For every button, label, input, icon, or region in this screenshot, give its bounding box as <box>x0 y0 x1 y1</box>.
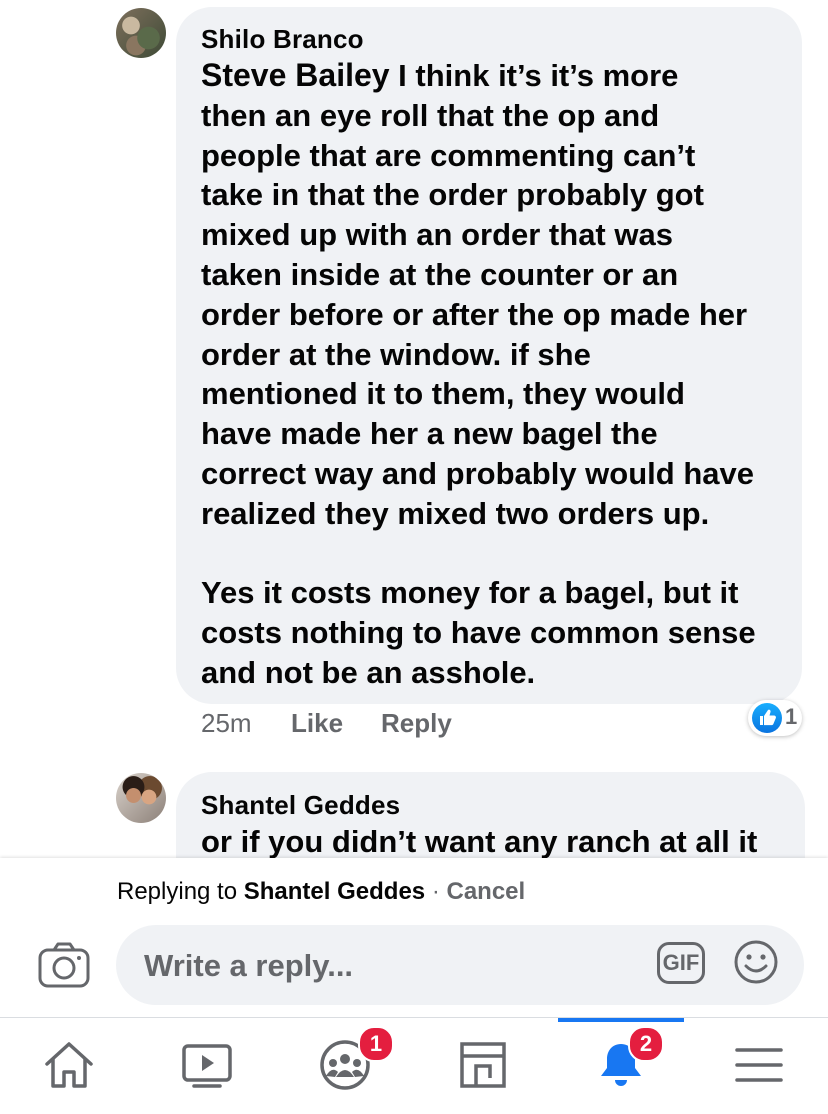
tab-home[interactable] <box>0 1018 138 1114</box>
tab-groups[interactable]: 1 <box>276 1018 414 1114</box>
notifications-badge: 2 <box>628 1026 664 1062</box>
reply-button[interactable]: Reply <box>381 708 452 739</box>
comment-line: realized they mixed two orders up. <box>201 495 710 531</box>
comment-line: taken inside at the counter or an <box>201 256 679 292</box>
comment-line: order before or after the op made her <box>201 296 748 332</box>
comment-line: I think it’s it’s more <box>389 58 679 93</box>
comment-text: or if you didn’t want any ranch at all i… <box>201 824 758 859</box>
replying-name: Shantel Geddes <box>243 878 426 905</box>
comment-line: order at the window. if she <box>201 336 591 372</box>
comment-line: have made her a new bagel the <box>201 416 658 452</box>
marketplace-icon <box>460 1042 506 1088</box>
menu-icon <box>735 1048 783 1082</box>
comment-line: Yes it costs money for a bagel, but it <box>201 575 739 611</box>
comment-text: Steve Bailey I think it’s it’s more then… <box>201 56 756 693</box>
comment-line: correct way and probably would have <box>201 455 754 491</box>
comment-timestamp: 25m <box>201 708 252 738</box>
like-reaction-icon <box>752 703 782 733</box>
tab-watch[interactable] <box>138 1018 276 1114</box>
comment-author[interactable]: Shilo Branco <box>201 24 364 55</box>
comment-line: and not be an asshole. <box>201 654 536 690</box>
camera-icon[interactable] <box>38 942 90 988</box>
tab-marketplace[interactable] <box>414 1018 552 1114</box>
gif-button[interactable]: GIF <box>657 942 705 984</box>
emoji-icon[interactable] <box>732 938 780 986</box>
comment-line: people that are commenting can’t <box>201 137 696 173</box>
reply-input[interactable] <box>142 945 626 987</box>
tab-menu[interactable] <box>690 1018 828 1114</box>
reply-composer: Replying to Shantel Geddes · Cancel GIF <box>0 858 828 1018</box>
home-icon <box>45 1042 93 1088</box>
mention-tag[interactable]: Steve Bailey <box>201 57 390 93</box>
comment-line: mixed up with an order that was <box>201 217 673 253</box>
comment-line: take in that the order probably got <box>201 177 704 213</box>
reaction-summary[interactable]: 1 <box>748 700 802 736</box>
avatar-shantel-geddes[interactable] <box>116 773 166 823</box>
like-button[interactable]: Like <box>291 708 343 739</box>
avatar-shilo-branco[interactable] <box>116 8 166 58</box>
bottom-tab-bar: 1 2 <box>0 1017 828 1114</box>
reaction-count: 1 <box>785 704 798 729</box>
comment-line: then an eye roll that the op and <box>201 97 660 133</box>
reply-box: GIF <box>116 925 804 1005</box>
replying-to-bar: Replying to Shantel Geddes · Cancel <box>117 878 525 906</box>
watch-icon <box>182 1044 232 1088</box>
comment-author[interactable]: Shantel Geddes <box>201 790 400 821</box>
cancel-button[interactable]: Cancel <box>446 878 525 905</box>
replying-prefix: Replying to <box>117 878 238 905</box>
separator: · <box>431 878 440 905</box>
comment-line: costs nothing to have common sense <box>201 615 756 651</box>
tab-notifications[interactable]: 2 <box>552 1018 690 1114</box>
groups-badge: 1 <box>358 1026 394 1062</box>
comment-line: mentioned it to them, they would <box>201 376 685 412</box>
